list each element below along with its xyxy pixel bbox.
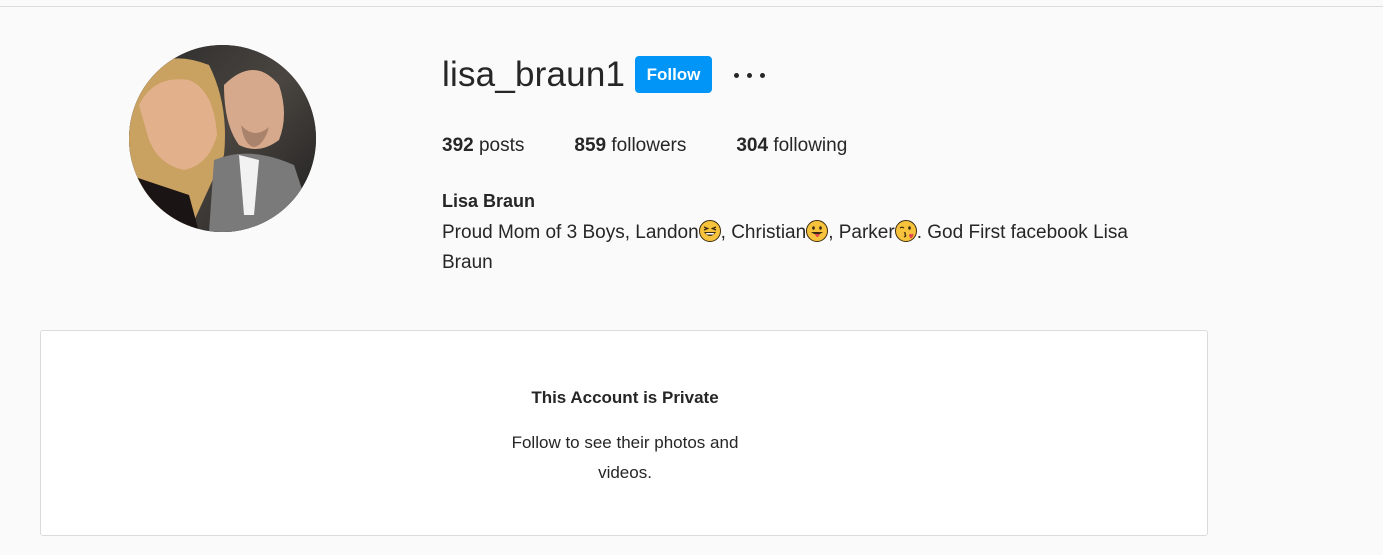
private-account-message: Follow to see their photos and videos. <box>511 433 739 482</box>
profile-username: lisa_braun1 <box>442 55 626 94</box>
posts-count: 392 <box>442 135 474 156</box>
posts-stat: 392 posts <box>442 134 524 158</box>
private-account-title: This Account is Private <box>531 388 719 407</box>
face-with-tongue-icon <box>806 220 829 242</box>
header-divider <box>0 6 1383 7</box>
following-stat[interactable]: 304 following <box>736 134 847 158</box>
follow-button[interactable]: Follow <box>635 56 712 93</box>
profile-full-name: Lisa Braun <box>442 191 536 211</box>
posts-label: posts <box>473 135 525 156</box>
followers-label: followers <box>606 135 687 156</box>
avatar-photo <box>129 45 316 232</box>
bio-text: , Parker <box>828 222 895 243</box>
profile-stats: 392 posts 859 followers 304 following <box>442 134 897 158</box>
following-label: following <box>768 135 848 156</box>
avatar[interactable] <box>129 45 316 232</box>
dot-icon <box>733 72 739 78</box>
more-options-icon[interactable] <box>733 64 765 86</box>
private-account-card: This Account is Private Follow to see th… <box>40 330 1208 536</box>
bio-text: Proud Mom of 3 Boys, Landon <box>442 222 699 243</box>
dot-icon <box>759 72 765 78</box>
bio-text: , Christian <box>720 222 807 243</box>
followers-count: 859 <box>574 135 607 156</box>
following-count: 304 <box>736 135 769 156</box>
dot-icon <box>746 72 752 78</box>
profile-bio: Proud Mom of 3 Boys, Landon , Christian … <box>442 218 1182 278</box>
followers-stat[interactable]: 859 followers <box>574 134 686 158</box>
grinning-squinting-face-icon <box>698 220 721 242</box>
face-blowing-kiss-icon <box>894 220 917 242</box>
